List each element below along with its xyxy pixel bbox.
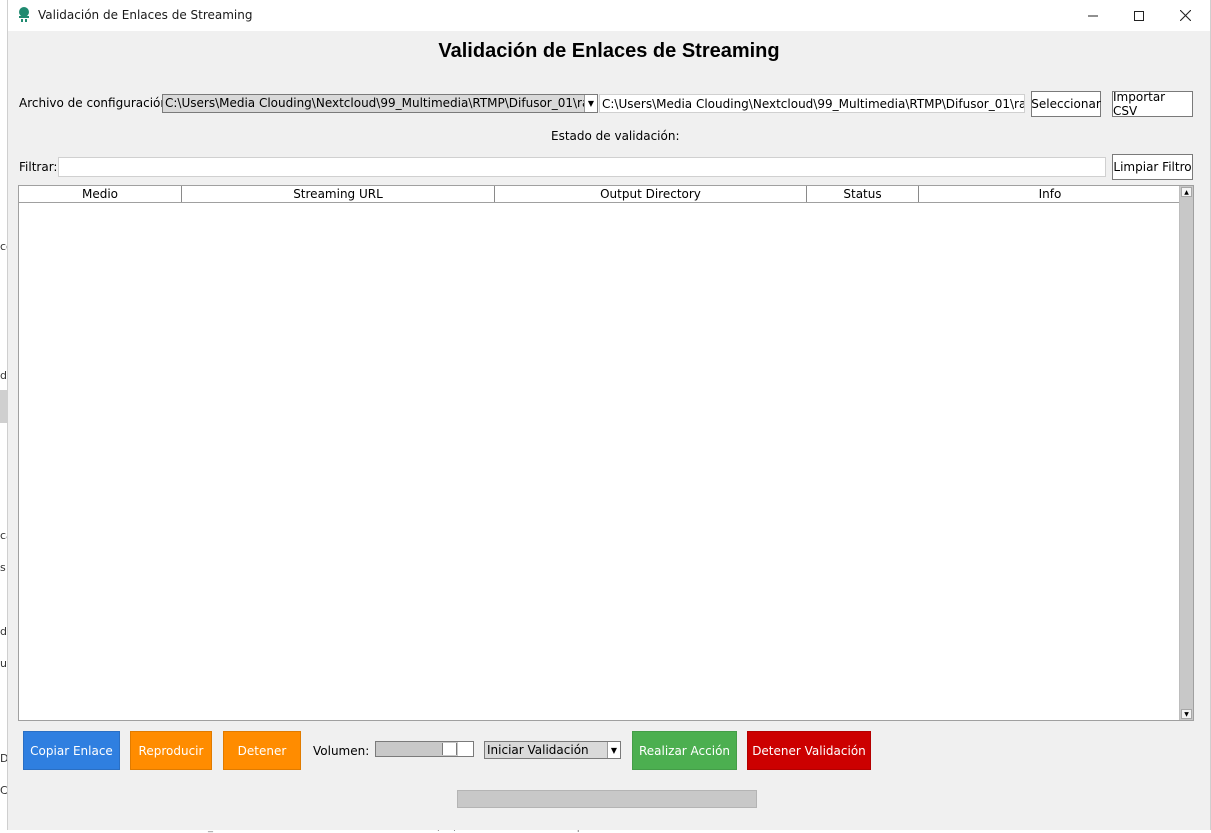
filter-label: Filtrar: — [19, 160, 58, 174]
maximize-button[interactable] — [1116, 0, 1162, 31]
import-csv-button[interactable]: Importar CSV — [1112, 90, 1193, 118]
scroll-up-arrow-icon[interactable]: ▲ — [1181, 187, 1192, 197]
minimize-button[interactable] — [1070, 0, 1116, 31]
table-scrollbar[interactable]: ▲ ▼ — [1179, 186, 1193, 720]
background-fragment: u — [0, 657, 7, 670]
close-button[interactable] — [1162, 0, 1208, 31]
action-select[interactable]: Iniciar Validación ▼ — [484, 741, 621, 759]
table-header: Medio Streaming URL Output Directory Sta… — [19, 186, 1181, 203]
play-button[interactable]: Reproducir — [130, 731, 212, 770]
column-header-info[interactable]: Info — [919, 186, 1181, 202]
validation-status-label: Estado de validación: — [551, 129, 680, 143]
copy-link-button[interactable]: Copiar Enlace — [23, 731, 120, 770]
background-fragment: s — [0, 561, 6, 574]
clear-filter-button[interactable]: Limpiar Filtro — [1112, 154, 1193, 180]
background-selection — [0, 390, 7, 423]
chevron-down-icon[interactable]: ▼ — [584, 95, 597, 112]
chevron-down-icon[interactable]: ▼ — [607, 742, 620, 758]
validation-progress-bar — [457, 790, 757, 808]
stop-button[interactable]: Detener — [223, 731, 301, 770]
perform-action-button[interactable]: Realizar Acción — [632, 731, 737, 770]
column-header-output-directory[interactable]: Output Directory — [495, 186, 807, 202]
volume-slider-track-end — [458, 742, 473, 756]
volume-slider-thumb[interactable] — [442, 743, 457, 755]
app-icon — [19, 7, 29, 22]
minimize-icon — [1088, 15, 1098, 16]
title-bar[interactable]: Validación de Enlaces de Streaming — [8, 0, 1210, 31]
page-title: Validación de Enlaces de Streaming — [438, 40, 780, 62]
window-title: Validación de Enlaces de Streaming — [38, 8, 253, 22]
filter-input[interactable] — [58, 157, 1106, 177]
volume-slider[interactable] — [375, 741, 474, 757]
column-header-status[interactable]: Status — [807, 186, 919, 202]
app-window: Validación de Enlaces de Streaming Valid… — [7, 0, 1211, 830]
config-path-field[interactable]: C:\Users\Media Clouding\Nextcloud\99_Mul… — [599, 94, 1025, 113]
close-icon — [1179, 10, 1191, 21]
select-file-button[interactable]: Seleccionar — [1031, 91, 1101, 117]
config-file-combo-value: C:\Users\Media Clouding\Nextcloud\99_Mul… — [165, 96, 598, 110]
streams-table[interactable]: Medio Streaming URL Output Directory Sta… — [18, 185, 1194, 721]
action-select-value: Iniciar Validación — [487, 743, 589, 757]
scroll-down-arrow-icon[interactable]: ▼ — [1181, 709, 1192, 719]
stop-validation-button[interactable]: Detener Validación — [747, 731, 871, 770]
column-header-medio[interactable]: Medio — [19, 186, 182, 202]
volume-label: Volumen: — [313, 744, 370, 758]
column-header-streaming-url[interactable]: Streaming URL — [182, 186, 495, 202]
config-file-combo[interactable]: C:\Users\Media Clouding\Nextcloud\99_Mul… — [162, 94, 598, 113]
config-file-label: Archivo de configuración: — [19, 96, 173, 110]
maximize-icon — [1134, 10, 1144, 21]
client-area: Validación de Enlaces de Streaming Archi… — [8, 31, 1210, 830]
config-path-value: C:\Users\Media Clouding\Nextcloud\99_Mul… — [602, 97, 1025, 111]
